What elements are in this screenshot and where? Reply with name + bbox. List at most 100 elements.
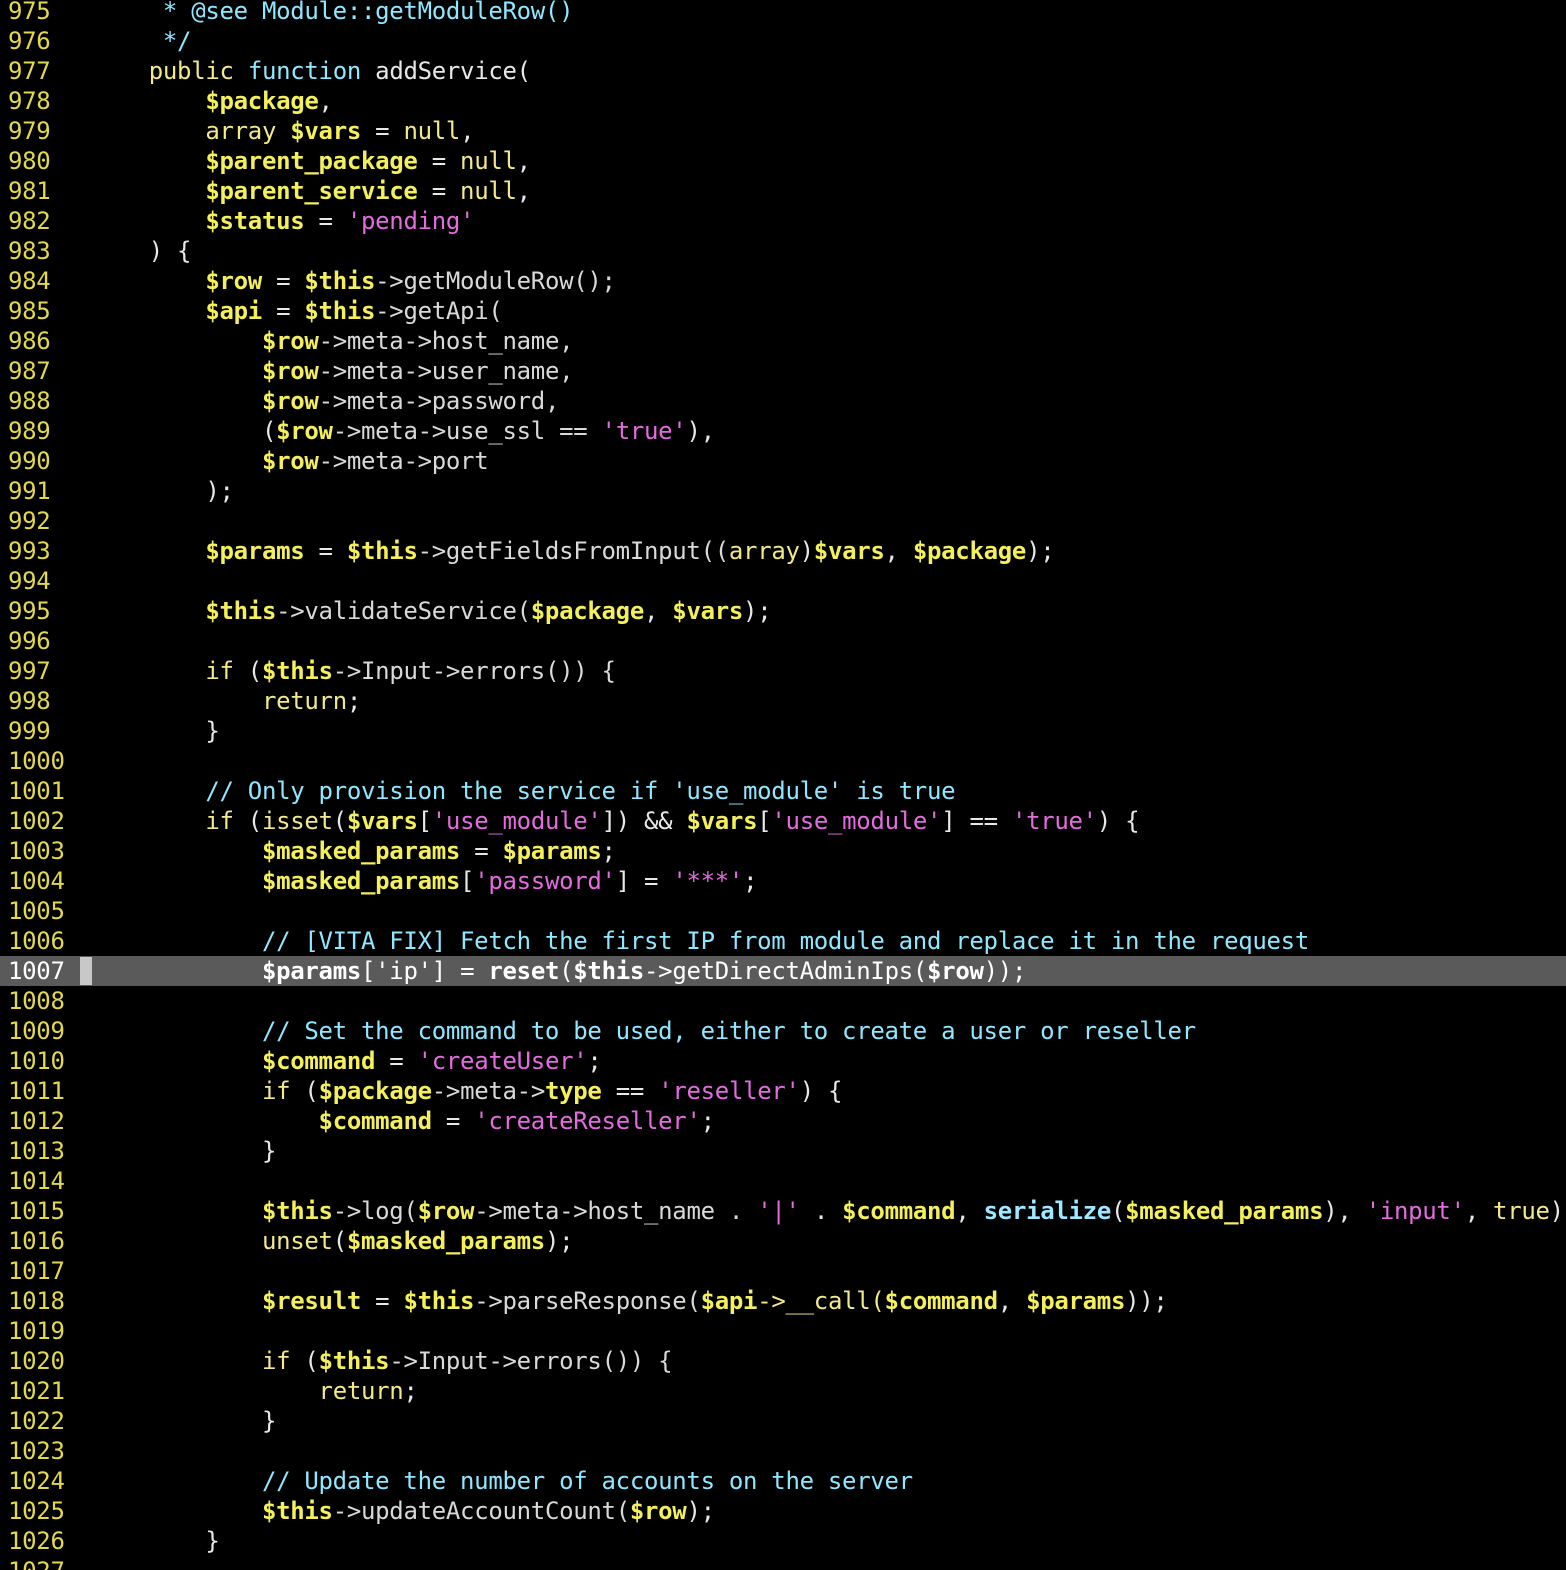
code-line[interactable]: 1000 (0, 746, 1566, 776)
code-line[interactable]: 989 ($row->meta->use_ssl == 'true'), (0, 416, 1566, 446)
code-line[interactable]: 1002 if (isset($vars['use_module']) && $… (0, 806, 1566, 836)
code-line[interactable]: 1003 $masked_params = $params; (0, 836, 1566, 866)
code-line[interactable]: 988 $row->meta->password, (0, 386, 1566, 416)
code-line[interactable]: 987 $row->meta->user_name, (0, 356, 1566, 386)
code-line[interactable]: 991 ); (0, 476, 1566, 506)
line-number: 998 (8, 687, 51, 715)
code-token: 'true' (601, 417, 687, 445)
code-text: } (78, 1406, 276, 1436)
code-token: ->meta->host_name . (474, 1197, 758, 1225)
code-line[interactable]: 1016 unset($masked_params); (0, 1226, 1566, 1256)
code-line[interactable]: 1014 (0, 1166, 1566, 1196)
code-token: ( (233, 657, 262, 685)
line-number: 999 (8, 717, 51, 745)
code-line[interactable]: 1020 if ($this->Input->errors()) { (0, 1346, 1566, 1376)
code-line[interactable]: 992 (0, 506, 1566, 536)
code-line[interactable]: 990 $row->meta->port (0, 446, 1566, 476)
code-token: $this (403, 1287, 475, 1315)
code-line[interactable]: 1006 // [VITA FIX] Fetch the first IP fr… (0, 926, 1566, 956)
code-line[interactable]: 975 * @see Module::getModuleRow() (0, 0, 1566, 26)
code-text: $this->updateAccountCount($row); (78, 1496, 715, 1526)
code-token: // Update the number of accounts on the … (78, 1467, 913, 1495)
code-token: serialize (983, 1197, 1112, 1225)
code-token: null (403, 117, 461, 145)
code-line[interactable]: 984 $row = $this->getModuleRow(); (0, 266, 1566, 296)
code-text: $parent_package = null, (78, 146, 531, 176)
code-token: ), (1323, 1197, 1366, 1225)
line-number: 1016 (8, 1227, 65, 1255)
code-line[interactable]: 995 $this->validateService($package, $va… (0, 596, 1566, 626)
code-line[interactable]: 985 $api = $this->getApi( (0, 296, 1566, 326)
code-editor[interactable]: 975 * @see Module::getModuleRow() 976 */9… (0, 0, 1566, 1570)
code-line[interactable]: 1008 (0, 986, 1566, 1016)
code-token: = (375, 1047, 418, 1075)
line-number: 1018 (8, 1287, 65, 1315)
code-line[interactable]: 1001 // Only provision the service if 'u… (0, 776, 1566, 806)
code-line[interactable]: 1026 } (0, 1526, 1566, 1556)
code-text: public function addService( (78, 56, 531, 86)
code-line[interactable]: 1005 (0, 896, 1566, 926)
code-token: ] = (615, 867, 673, 895)
line-number: 1017 (8, 1257, 65, 1285)
code-line[interactable]: 997 if ($this->Input->errors()) { (0, 656, 1566, 686)
code-token: 'use_module' (771, 807, 942, 835)
code-text: if ($this->Input->errors()) { (78, 1346, 673, 1376)
code-line[interactable]: 980 $parent_package = null, (0, 146, 1566, 176)
code-line[interactable]: 978 $package, (0, 86, 1566, 116)
line-number: 993 (8, 537, 51, 565)
line-number: 1011 (8, 1077, 65, 1105)
code-line[interactable]: 1021 return; (0, 1376, 1566, 1406)
code-token: $parent_service (205, 177, 418, 205)
code-line[interactable]: 1025 $this->updateAccountCount($row); (0, 1496, 1566, 1526)
code-line[interactable]: 983 ) { (0, 236, 1566, 266)
code-line[interactable]: 1018 $result = $this->parseResponse($api… (0, 1286, 1566, 1316)
code-line[interactable]: 1010 $command = 'createUser'; (0, 1046, 1566, 1076)
code-line[interactable]: 981 $parent_service = null, (0, 176, 1566, 206)
code-token: = (460, 837, 503, 865)
code-line[interactable]: 977 public function addService( (0, 56, 1566, 86)
code-token: $row (261, 327, 319, 355)
code-line[interactable]: 1015 $this->log($row->meta->host_name . … (0, 1196, 1566, 1226)
code-line[interactable]: 1011 if ($package->meta->type == 'resell… (0, 1076, 1566, 1106)
code-line[interactable]: 1027 (0, 1556, 1566, 1570)
code-line[interactable]: 998 return; (0, 686, 1566, 716)
code-line[interactable]: 994 (0, 566, 1566, 596)
code-line[interactable]: 986 $row->meta->host_name, (0, 326, 1566, 356)
code-line[interactable]: 1019 (0, 1316, 1566, 1346)
code-line[interactable]: 996 (0, 626, 1566, 656)
code-line[interactable]: 1017 (0, 1256, 1566, 1286)
current-code-line[interactable]: 1007 $params['ip'] = reset($this->getDir… (0, 956, 1566, 986)
code-line[interactable]: 979 array $vars = null, (0, 116, 1566, 146)
code-token: $this (261, 657, 333, 685)
code-token: 'true' (1011, 807, 1097, 835)
line-number: 1019 (8, 1317, 65, 1345)
code-line[interactable]: 1012 $command = 'createReseller'; (0, 1106, 1566, 1136)
code-token: $vars (290, 117, 361, 145)
code-line[interactable]: 1004 $masked_params['password'] = '***'; (0, 866, 1566, 896)
code-line[interactable]: 976 */ (0, 26, 1566, 56)
code-token: '***' (672, 867, 744, 895)
code-token: $this (346, 537, 418, 565)
code-token: == (601, 1077, 659, 1105)
code-token: return (318, 1377, 404, 1405)
code-line[interactable]: 1024 // Update the number of accounts on… (0, 1466, 1566, 1496)
line-number: 981 (8, 177, 51, 205)
code-token: } (78, 1407, 277, 1435)
code-line[interactable]: 999 } (0, 716, 1566, 746)
code-line[interactable]: 1013 } (0, 1136, 1566, 1166)
line-number: 977 (8, 57, 51, 85)
code-line[interactable]: 1023 (0, 1436, 1566, 1466)
code-token: = (304, 207, 347, 235)
code-line[interactable]: 993 $params = $this->getFieldsFromInput(… (0, 536, 1566, 566)
code-line[interactable]: 1009 // Set the command to be used, eith… (0, 1016, 1566, 1046)
code-token: $command (261, 1047, 376, 1075)
code-line[interactable]: 1022 } (0, 1406, 1566, 1436)
code-token: ; (601, 837, 616, 865)
code-token: ->getApi( (375, 297, 503, 325)
code-line[interactable]: 982 $status = 'pending' (0, 206, 1566, 236)
